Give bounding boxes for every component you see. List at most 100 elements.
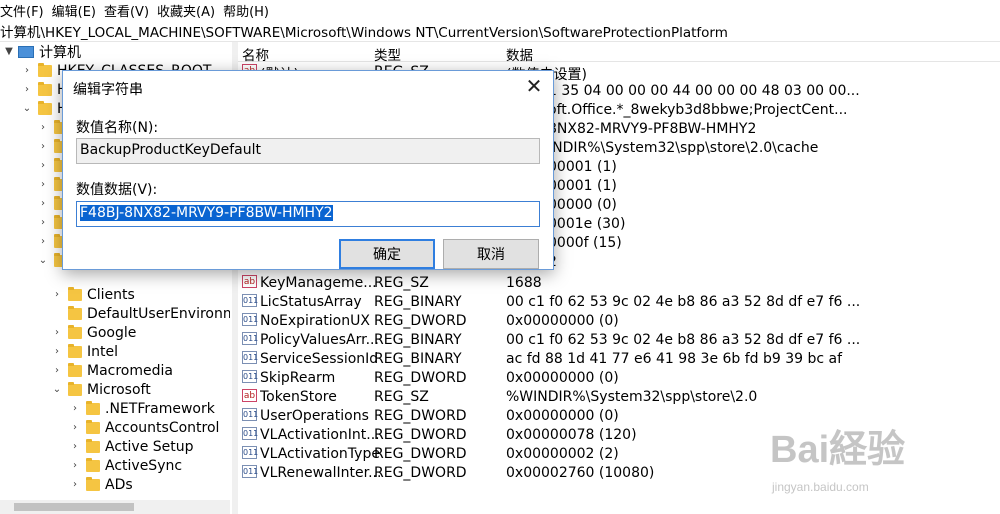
value-data: 1688 [506, 275, 542, 291]
tree-item-computer[interactable]: ▼ 计算机 [2, 42, 81, 61]
chevron-down-icon[interactable]: ⌄ [20, 103, 34, 114]
tree-item-hive[interactable]: › H [20, 80, 68, 99]
value-data: 0001e (30) [548, 216, 626, 232]
table-row[interactable]: 011 PolicyValuesArr... REG_BINARY 00 c1 … [238, 331, 1000, 350]
table-row[interactable]: 011 ServiceSessionId REG_BINARY ac fd 88… [238, 350, 1000, 369]
tree-item-ads[interactable]: › ADs [68, 475, 133, 494]
chevron-right-icon[interactable]: › [50, 327, 64, 338]
chevron-right-icon[interactable]: › [36, 198, 50, 209]
chevron-right-icon[interactable]: › [20, 65, 34, 76]
tree-item-active-setup[interactable]: › Active Setup [68, 437, 194, 456]
value-name: ServiceSessionId [260, 351, 379, 367]
binary-value-icon: 011 [242, 351, 259, 364]
tree-item-label: Google [87, 324, 137, 341]
column-header-type[interactable]: 类型 [374, 44, 401, 64]
address-path[interactable]: 计算机\HKEY_LOCAL_MACHINE\SOFTWARE\Microsof… [0, 21, 728, 41]
value-name: VLActivationType [260, 446, 380, 462]
list-header: 名称 类型 数据 [238, 42, 1000, 64]
chevron-right-icon[interactable]: › [68, 460, 82, 471]
chevron-right-icon[interactable]: › [36, 179, 50, 190]
folder-icon [68, 324, 82, 339]
chevron-right-icon[interactable]: › [50, 289, 64, 300]
tree-item-defaultuserenvironment[interactable]: DefaultUserEnvironm [50, 304, 230, 323]
tree-item-activesync[interactable]: › ActiveSync [68, 456, 182, 475]
tree-item-clients[interactable]: › Clients [50, 285, 135, 304]
chevron-right-icon[interactable]: › [68, 479, 82, 490]
value-type: REG_SZ [374, 389, 429, 405]
menu-help[interactable]: 帮助(H) [223, 1, 269, 20]
dialog-title: 编辑字符串 [73, 82, 143, 98]
binary-value-icon: 011 [242, 313, 259, 326]
table-row[interactable]: 011 SkipRearm REG_DWORD 0x00000000 (0) [238, 369, 1000, 388]
tree-item-accountscontrol[interactable]: › AccountsControl [68, 418, 219, 437]
value-data: 00 c1 f0 62 53 9c 02 4e b8 86 a3 52 8d d… [506, 294, 861, 310]
chevron-right-icon[interactable]: › [36, 141, 50, 152]
chevron-right-icon[interactable]: › [36, 236, 50, 247]
value-name: LicStatusArray [260, 294, 362, 310]
value-type: REG_DWORD [374, 465, 467, 481]
edit-string-dialog: 编辑字符串 ✕ 数值名称(N): BackupProductKeyDefault… [62, 70, 554, 270]
folder-icon [38, 81, 52, 96]
column-header-data[interactable]: 数据 [506, 44, 533, 64]
chevron-right-icon[interactable]: › [50, 346, 64, 357]
tree-item-label: ADs [105, 476, 133, 493]
folder-icon [68, 381, 82, 396]
address-bar[interactable]: 计算机\HKEY_LOCAL_MACHINE\SOFTWARE\Microsof… [0, 20, 1000, 42]
value-data: 1 35 04 00 00 00 44 00 00 00 48 03 00 00… [548, 83, 860, 99]
value-name: VLRenewalInter... [260, 465, 382, 481]
table-row[interactable]: 011 NoExpirationUX REG_DWORD 0x00000000 … [238, 312, 1000, 331]
chevron-right-icon[interactable]: › [36, 122, 50, 133]
binary-value-icon: 011 [242, 294, 259, 307]
value-type: REG_DWORD [374, 446, 467, 462]
value-data: %WINDIR%\System32\spp\store\2.0 [506, 389, 758, 405]
value-data: 0x00000000 (0) [506, 313, 619, 329]
tree-item-label: ActiveSync [105, 457, 183, 474]
value-type: REG_BINARY [374, 332, 462, 348]
chevron-down-icon[interactable]: ▼ [2, 46, 16, 57]
watermark-url: jingyan.baidu.com [772, 480, 869, 494]
chevron-right-icon[interactable]: › [68, 422, 82, 433]
scrollbar-thumb[interactable] [14, 503, 134, 511]
chevron-right-icon[interactable]: › [20, 84, 34, 95]
chevron-right-icon[interactable]: › [68, 441, 82, 452]
chevron-right-icon[interactable]: › [36, 217, 50, 228]
tree-item-macromedia[interactable]: › Macromedia [50, 361, 173, 380]
cancel-button[interactable]: 取消 [443, 239, 539, 269]
tree-item-intel[interactable]: › Intel [50, 342, 118, 361]
tree-item-microsoft[interactable]: ⌄ Microsoft [50, 380, 151, 399]
table-row[interactable]: ab KeyManageme... REG_SZ 1688 [238, 274, 1000, 293]
chevron-right-icon[interactable]: › [68, 403, 82, 414]
value-name: VLActivationInt... [260, 427, 380, 443]
folder-icon [86, 457, 100, 472]
tree-horizontal-scrollbar[interactable] [0, 500, 230, 514]
menu-favorites[interactable]: 收藏夹(A) [157, 1, 215, 20]
folder-icon [86, 438, 100, 453]
value-name-field[interactable]: BackupProductKeyDefault [76, 138, 540, 164]
binary-value-icon: 011 [242, 370, 259, 383]
tree-item-netframework[interactable]: › .NETFramework [68, 399, 215, 418]
chevron-down-icon[interactable]: ⌄ [36, 255, 50, 266]
table-row[interactable]: ab TokenStore REG_SZ %WINDIR%\System32\s… [238, 388, 1000, 407]
menu-file[interactable]: 文件(F) [0, 1, 44, 20]
value-name: TokenStore [260, 389, 337, 405]
menu-edit[interactable]: 编辑(E) [52, 1, 96, 20]
tree-item-label: Active Setup [105, 438, 194, 455]
chevron-down-icon[interactable]: ⌄ [50, 384, 64, 395]
value-data-field[interactable]: F48BJ-8NX82-MRVY9-PF8BW-HMHY2 [76, 201, 540, 227]
chevron-right-icon[interactable]: › [36, 160, 50, 171]
value-name-text: BackupProductKeyDefault [80, 142, 262, 158]
value-data: 0x00000000 (0) [506, 408, 619, 424]
ok-button[interactable]: 确定 [339, 239, 435, 269]
menu-view[interactable]: 查看(V) [104, 1, 149, 20]
close-icon[interactable]: ✕ [521, 75, 547, 99]
folder-icon [86, 476, 100, 491]
binary-value-icon: 011 [242, 465, 259, 478]
folder-icon [68, 362, 82, 377]
chevron-right-icon[interactable]: › [50, 365, 64, 376]
tree-item-hive[interactable]: ⌄ H [20, 99, 68, 118]
value-data: 0000f (15) [548, 235, 622, 251]
tree-item-google[interactable]: › Google [50, 323, 136, 342]
string-value-icon: ab [242, 389, 257, 402]
column-header-name[interactable]: 名称 [242, 44, 269, 64]
table-row[interactable]: 011 LicStatusArray REG_BINARY 00 c1 f0 6… [238, 293, 1000, 312]
